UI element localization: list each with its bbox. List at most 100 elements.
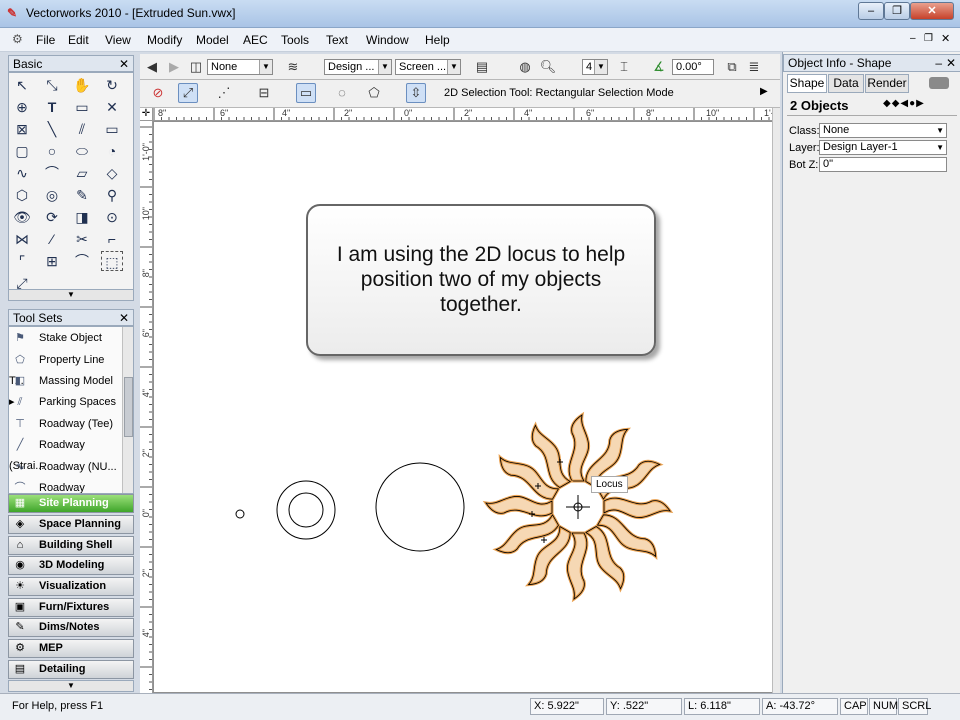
tool-roadway-straight[interactable]: ╱ Roadway (Strai... (9, 435, 121, 472)
menu-file[interactable]: File (36, 33, 55, 47)
tool-roadway-tee[interactable]: ⊤ Roadway (Tee) (9, 414, 121, 435)
tab-render[interactable]: Render (865, 74, 909, 93)
menu-modify[interactable]: Modify (147, 33, 182, 47)
close-icon[interactable]: ✕ (946, 55, 956, 71)
set-site-planning[interactable]: ▦ Site Planning (8, 494, 134, 513)
lasso-select-icon[interactable]: ◌ (332, 83, 352, 103)
close-icon[interactable]: ✕ (119, 310, 129, 326)
regular-polygon-tool-icon[interactable]: ⬡ (11, 185, 33, 205)
botz-field[interactable]: 0" (819, 157, 947, 172)
doc-restore-button[interactable]: ❐ (924, 33, 933, 44)
document-icon[interactable]: ⚙ (12, 32, 23, 46)
zoom-icon[interactable]: 🔍︎ (538, 57, 558, 77)
set-dims-notes[interactable]: ✎ Dims/Notes (8, 618, 134, 637)
layer-combo[interactable]: Design ... ▼ (324, 59, 392, 75)
set-visualization[interactable]: ☀ Visualization (8, 577, 134, 596)
set-furn-fixtures[interactable]: ▣ Furn/Fixtures (8, 598, 134, 617)
polygon-select-icon[interactable]: ⬠ (364, 83, 384, 103)
mirror-tool-icon[interactable]: ◨ (71, 207, 93, 227)
snap-off-icon[interactable]: ⊘ (148, 83, 168, 103)
nav-arrows-icon[interactable]: ◆◆◀●▶ (883, 98, 925, 109)
chamfer-tool-icon[interactable]: ⊞ (41, 251, 63, 271)
render-icon[interactable]: ◍ (515, 57, 535, 77)
mode-expand-icon[interactable]: ▶ (760, 86, 768, 97)
zoom-combo[interactable]: 4 ▼ (582, 59, 608, 75)
multi-select-icon[interactable]: ⋰ (214, 83, 234, 103)
page-icon[interactable]: ▤ (472, 57, 492, 77)
palette-menu-icon[interactable] (929, 77, 949, 89)
locus-marker[interactable] (566, 495, 590, 519)
rotate-tool-icon[interactable]: ⟳ (41, 207, 63, 227)
class-dropdown[interactable]: None ▼ (819, 123, 947, 138)
tool-stake-object[interactable]: ⚑ Stake Object (9, 328, 121, 349)
flyover-tool-icon[interactable]: ↻ (101, 75, 123, 95)
menu-view[interactable]: View (105, 33, 131, 47)
visibility-tool-icon[interactable]: 👁︎ (11, 207, 33, 227)
rectangle-select-icon[interactable]: ▭ (296, 83, 316, 103)
trim-tool-icon[interactable]: ✂ (71, 229, 93, 249)
menu-help[interactable]: Help (425, 33, 450, 47)
offset-tool-icon[interactable]: ⊙ (101, 207, 123, 227)
doc-minimize-button[interactable]: – (910, 33, 916, 44)
tool-roadway-nurbs[interactable]: ∿ Roadway (NU... (9, 457, 121, 478)
polyline-tool-icon[interactable]: ⌒ (41, 163, 63, 183)
resize-icon[interactable]: ⇳ (406, 83, 426, 103)
ring-outer-circle[interactable] (276, 480, 336, 540)
angle-icon[interactable]: ∡ (649, 57, 669, 77)
tool-massing-model[interactable]: ◧ Massing Model ▸ (9, 371, 121, 408)
minimize-icon[interactable]: – (935, 55, 942, 71)
menu-tools[interactable]: Tools (281, 33, 309, 47)
set-detailing[interactable]: ▤ Detailing (8, 660, 134, 679)
tool-roadway-curved[interactable]: ⌒Roadway (Curv... (9, 478, 121, 493)
set-space-planning[interactable]: ◈ Space Planning (8, 515, 134, 534)
top-ruler[interactable]: 8" 6" 4" 2" 0" 2" 4" 6" 8" 10" 1'-0 (140, 108, 780, 121)
fillet-tool-icon[interactable]: ⌜ (11, 251, 33, 271)
clip-tool-icon[interactable]: ⌒ (71, 251, 93, 271)
mirror-axis-tool-icon[interactable]: ⋈ (11, 229, 33, 249)
angle-field[interactable]: 0.00° (672, 59, 714, 75)
layers-icon[interactable]: ≋ (283, 57, 303, 77)
large-circle[interactable] (375, 462, 465, 552)
tab-data[interactable]: Data (828, 74, 864, 93)
doc-close-button[interactable]: ✕ (941, 32, 950, 45)
locus-tool-icon[interactable]: ✕ (101, 97, 123, 117)
close-icon[interactable]: ✕ (119, 56, 129, 72)
menu-aec[interactable]: AEC (243, 33, 268, 47)
circle-tool-icon[interactable]: ○ (41, 141, 63, 161)
scroll-thumb[interactable] (124, 377, 133, 437)
back-icon[interactable]: ◀ (142, 57, 162, 77)
ring-inner-circle[interactable] (288, 492, 324, 528)
menu-text[interactable]: Text (326, 33, 348, 47)
text-tool-icon[interactable]: T (41, 97, 63, 117)
set-mep[interactable]: ⚙ MEP (8, 639, 134, 658)
freehand-tool-icon[interactable]: ∿ (11, 163, 33, 183)
set-building-shell[interactable]: ⌂ Building Shell (8, 536, 134, 555)
menu-model[interactable]: Model (196, 33, 229, 47)
rectangle-tool-icon[interactable]: ▭ (101, 119, 123, 139)
vertical-scrollbar[interactable] (772, 108, 780, 693)
zoom-tool-icon[interactable]: ⊕ (11, 97, 33, 117)
menu-edit[interactable]: Edit (68, 33, 89, 47)
split-tool-icon[interactable]: ⁄ (41, 229, 63, 249)
align-icon[interactable]: ⊟ (254, 83, 274, 103)
close-button[interactable]: ✕ (910, 2, 954, 20)
basic-scroll-down-icon[interactable]: ▼ (8, 289, 134, 301)
fit-icon[interactable]: ⌶ (614, 57, 634, 77)
class-combo[interactable]: None ▼ (207, 59, 273, 75)
tab-shape[interactable]: Shape (787, 74, 827, 93)
selection-tool-icon[interactable]: ↖ (11, 75, 33, 95)
attribute-tool-icon[interactable]: ⚲ (101, 185, 123, 205)
stack-icon[interactable]: ≣ (744, 57, 764, 77)
pan-tool-icon[interactable]: ✋ (71, 75, 93, 95)
left-ruler[interactable]: 1'-0" 10" 8" 6" 4" 2" 0" 2" 4" (140, 121, 153, 693)
selection-mode-icon[interactable]: ⤢ (178, 83, 198, 103)
layer-dropdown[interactable]: Design Layer-1 ▼ (819, 140, 947, 155)
view-combo[interactable]: Screen ... ▼ (395, 59, 461, 75)
minimize-button[interactable]: – (858, 2, 884, 20)
spiral-tool-icon[interactable]: ◎ (41, 185, 63, 205)
tool-sets-scroll-down-icon[interactable]: ▼ (8, 680, 134, 692)
tool-property-line[interactable]: ⬠ Property Line T... (9, 350, 121, 387)
double-line-tool-icon[interactable]: ⫽ (71, 119, 93, 139)
reshape-tool-icon[interactable]: ⤡ (41, 75, 63, 95)
arc-tool-icon[interactable]: ◔ (101, 141, 123, 161)
